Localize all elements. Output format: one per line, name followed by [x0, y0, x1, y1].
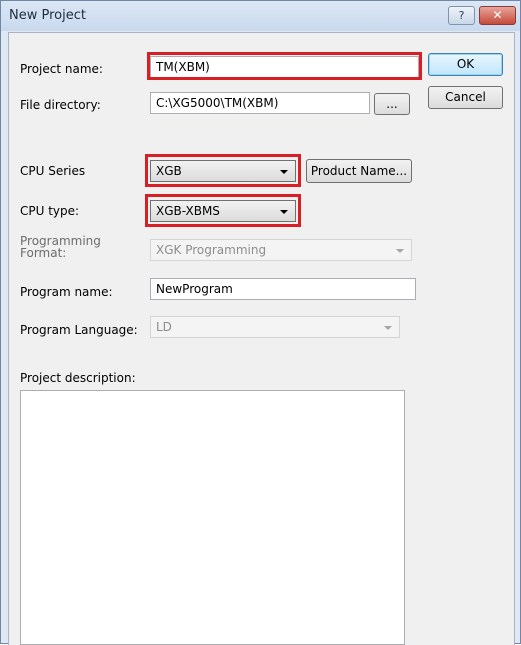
- programming-format-value: XGK Programming: [156, 243, 267, 257]
- title-bar: New Project ? ✕: [1, 1, 520, 31]
- program-language-value: LD: [156, 320, 172, 334]
- browse-button[interactable]: ...: [374, 93, 410, 115]
- ok-button[interactable]: OK: [428, 53, 503, 76]
- help-icon: ?: [458, 9, 465, 22]
- product-name-button[interactable]: Product Name...: [306, 159, 412, 183]
- help-button[interactable]: ?: [448, 6, 475, 25]
- program-name-label: Program name:: [20, 285, 113, 299]
- chevron-down-icon: [384, 326, 392, 330]
- file-directory-input[interactable]: C:\XG5000\TM(XBM): [150, 92, 370, 114]
- programming-format-label-line2: Format:: [20, 246, 67, 260]
- cpu-type-label: CPU type:: [20, 204, 80, 218]
- project-description-textarea[interactable]: [20, 390, 405, 645]
- file-directory-label: File directory:: [20, 98, 101, 112]
- close-button[interactable]: ✕: [479, 6, 516, 25]
- project-name-label: Project name:: [20, 62, 103, 76]
- ellipsis-icon: ...: [386, 97, 398, 111]
- program-language-label: Program Language:: [20, 323, 138, 337]
- close-icon: ✕: [492, 8, 503, 22]
- cpu-series-label: CPU Series: [20, 164, 86, 178]
- cpu-type-highlight: [145, 194, 301, 227]
- project-description-label: Project description:: [20, 371, 136, 385]
- project-name-highlight: [147, 52, 422, 80]
- cpu-series-highlight: [145, 154, 301, 187]
- program-name-input[interactable]: NewProgram: [150, 278, 416, 300]
- new-project-dialog: New Project ? ✕ Project name: TM(XBM) OK…: [0, 0, 521, 645]
- chevron-down-icon: [396, 249, 404, 253]
- window-title: New Project: [9, 8, 86, 23]
- cancel-button[interactable]: Cancel: [428, 86, 503, 109]
- program-language-select[interactable]: LD: [150, 316, 400, 338]
- programming-format-select[interactable]: XGK Programming: [150, 239, 412, 261]
- dialog-body: Project name: TM(XBM) OK Cancel File dir…: [8, 32, 515, 645]
